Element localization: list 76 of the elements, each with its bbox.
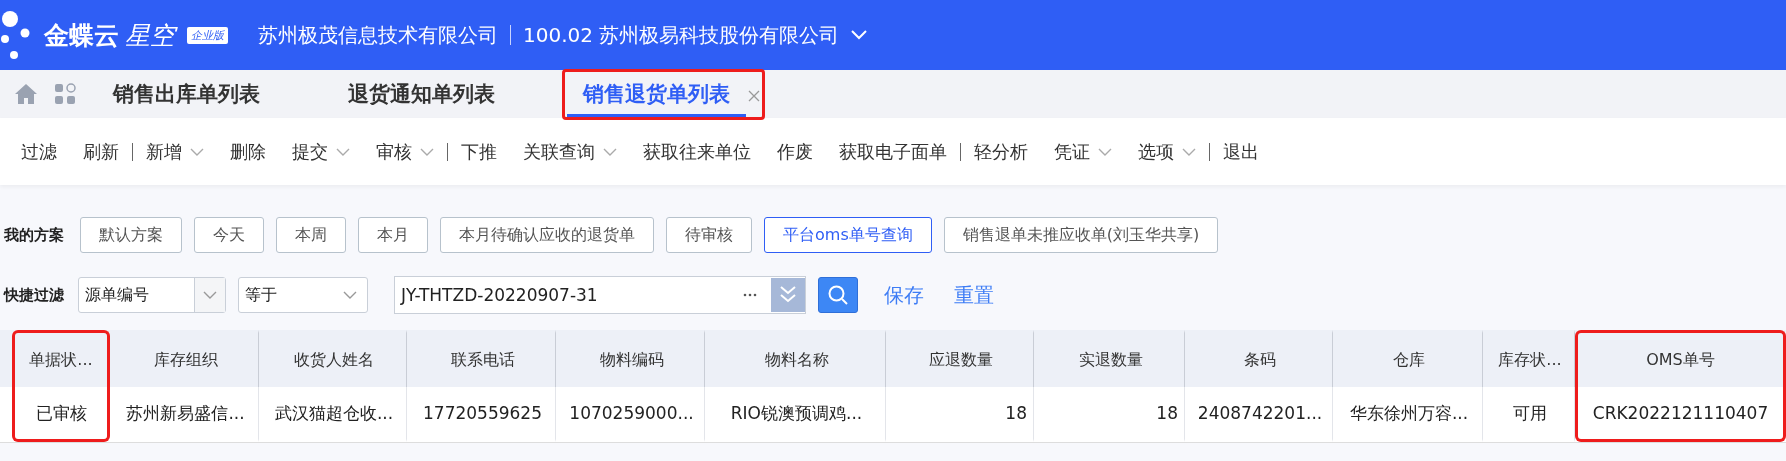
- toolbar-button[interactable]: 作废: [764, 139, 826, 164]
- more-icon[interactable]: [743, 293, 757, 297]
- column-header[interactable]: 应退数量: [929, 349, 993, 371]
- toolbar-button[interactable]: 提交: [279, 139, 363, 164]
- column-header[interactable]: 实退数量: [1078, 349, 1143, 371]
- column-header[interactable]: 库存状...: [1498, 349, 1562, 371]
- field-select[interactable]: 源单编号: [78, 277, 226, 313]
- search-button[interactable]: [818, 277, 858, 313]
- filter-value-field[interactable]: JY-THTZD-20220907-31: [394, 276, 806, 314]
- table-cell: 1070259000...: [569, 403, 694, 423]
- scheme-button[interactable]: 本月: [358, 217, 428, 253]
- table-cell: 2408742201...: [1197, 403, 1323, 423]
- toolbar-button[interactable]: 刷新: [70, 139, 132, 164]
- organization-name[interactable]: 100.02 苏州极易科技股份有限公司: [523, 21, 840, 49]
- quick-filter-label: 快捷过滤: [2, 285, 65, 305]
- toolbar-button[interactable]: 退出: [1210, 139, 1272, 164]
- table-cell: 华东徐州万容...: [1349, 401, 1469, 425]
- logo-dots-icon: [0, 9, 30, 61]
- operator-select[interactable]: 等于: [238, 277, 368, 313]
- toolbar-button[interactable]: 审核: [363, 139, 447, 164]
- table-cell: 武汉猫超仓收...: [274, 401, 394, 425]
- home-icon[interactable]: [14, 83, 38, 105]
- toolbar-button[interactable]: 获取电子面单: [826, 139, 960, 164]
- toolbar-button[interactable]: 新增: [133, 139, 217, 164]
- toolbar-button[interactable]: 轻分析: [961, 139, 1041, 164]
- scheme-button[interactable]: 今天: [194, 217, 264, 253]
- table-cell: 18: [1156, 403, 1178, 423]
- toolbar-button[interactable]: 过滤: [8, 139, 70, 164]
- toolbar-button[interactable]: 删除: [217, 139, 279, 164]
- reset-link[interactable]: 重置: [950, 281, 998, 309]
- scheme-button[interactable]: 待审核: [666, 217, 752, 253]
- column-header[interactable]: 物料编码: [599, 349, 664, 371]
- column-header[interactable]: 仓库: [1393, 349, 1425, 371]
- double-chevron-icon[interactable]: [771, 278, 805, 312]
- table-cell: 17720559625: [423, 403, 542, 423]
- apps-icon[interactable]: [54, 83, 76, 105]
- column-header[interactable]: 收货人姓名: [294, 349, 374, 371]
- edition-badge: 企业版: [187, 26, 228, 44]
- caret-icon: [603, 147, 617, 156]
- scheme-button[interactable]: 默认方案: [80, 217, 182, 253]
- table-cell: 已审核: [35, 401, 87, 425]
- close-icon[interactable]: [748, 90, 760, 102]
- toolbar-button[interactable]: 选项: [1125, 139, 1209, 164]
- tab[interactable]: 退货通知单列表: [332, 75, 511, 117]
- column-header[interactable]: 条码: [1244, 349, 1276, 371]
- caret-icon: [1098, 147, 1112, 156]
- tab[interactable]: 销售出库单列表: [97, 75, 276, 117]
- caret-icon: [420, 147, 434, 156]
- toolbar-button[interactable]: 下推: [448, 139, 510, 164]
- table-cell: CRK2022121110407: [1592, 403, 1769, 423]
- scheme-button[interactable]: 销售退单未推应收单(刘玉华共享): [943, 217, 1219, 253]
- table-cell: RIO锐澳预调鸡...: [730, 401, 863, 425]
- caret-icon: [203, 291, 217, 299]
- column-header[interactable]: 物料名称: [764, 349, 829, 371]
- toolbar-button[interactable]: 关联查询: [510, 139, 630, 164]
- logo-text: 金蝶云: [44, 19, 119, 52]
- caret-icon: [190, 147, 204, 156]
- schemes-label: 我的方案: [3, 225, 65, 245]
- column-header[interactable]: 联系电话: [450, 349, 515, 371]
- table-cell: 18: [1005, 403, 1027, 423]
- table-cell: 可用: [1513, 401, 1547, 425]
- scheme-button[interactable]: 本周: [276, 217, 346, 253]
- toolbar-button[interactable]: 获取往来单位: [630, 139, 764, 164]
- toolbar-button[interactable]: 凭证: [1041, 139, 1125, 164]
- search-icon: [827, 284, 849, 306]
- chevron-down-icon[interactable]: [851, 30, 868, 40]
- scheme-button[interactable]: 平台oms单号查询: [764, 217, 932, 253]
- caret-icon: [336, 147, 350, 156]
- caret-icon: [343, 291, 357, 299]
- table-cell: 苏州新易盛信...: [126, 401, 245, 425]
- scheme-button[interactable]: 本月待确认应收的退货单: [440, 217, 654, 253]
- column-header[interactable]: OMS单号: [1646, 349, 1715, 371]
- column-header[interactable]: 库存组织: [153, 349, 218, 371]
- save-link[interactable]: 保存: [880, 281, 928, 309]
- company-name[interactable]: 苏州极茂信息技术有限公司: [258, 21, 498, 49]
- caret-icon: [1182, 147, 1196, 156]
